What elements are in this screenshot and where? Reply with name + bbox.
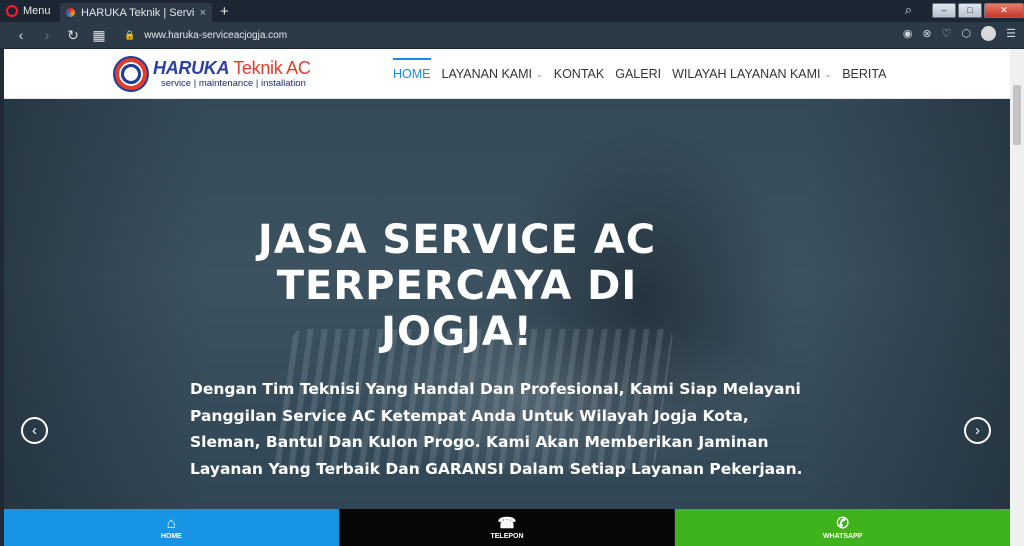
tab-close-icon[interactable]: × (200, 7, 206, 19)
site-favicon-icon (66, 8, 75, 17)
browser-address-bar: ‹ › ↻ ▦ 🔒 www.haruka-serviceacjogja.com … (0, 22, 1024, 48)
tab-search-icon[interactable]: ⌕ (905, 2, 912, 18)
ad-block-icon[interactable]: ⊗ (922, 27, 931, 40)
url-field[interactable]: www.haruka-serviceacjogja.com (144, 30, 287, 41)
nav-item-kontak[interactable]: KONTAK (554, 49, 604, 99)
nav-item-layanan-kami[interactable]: LAYANAN KAMI ⌄ (442, 49, 543, 99)
heart-icon[interactable]: ♡ (942, 27, 952, 40)
sticky-contact-bar: ⌂ HOME ☎ TELEPON ✆ WHATSAPP (4, 509, 1010, 546)
logo-sub: Teknik AC (233, 58, 311, 78)
window-minimize-button[interactable]: – (932, 2, 956, 18)
logo-name: HARUKA Teknik AC (153, 58, 311, 79)
profile-avatar[interactable] (981, 26, 997, 41)
nav-item-home[interactable]: HOME (393, 49, 431, 99)
logo-brand: HARUKA (153, 58, 230, 78)
whatsapp-icon: ✆ (836, 514, 849, 532)
easy-setup-icon[interactable]: ☰ (1006, 27, 1016, 40)
site-logo[interactable]: HARUKA Teknik AC service | maintenance | … (113, 55, 338, 93)
cube-icon[interactable]: ⬡ (962, 27, 972, 40)
site-header: HARUKA Teknik AC service | maintenance | … (4, 49, 1010, 99)
browser-tab-bar: Menu HARUKA Teknik | Service AC × + ⌕ – … (0, 0, 1024, 22)
slider-prev-button[interactable]: ‹ (21, 417, 48, 444)
bottom-telepon-button[interactable]: ☎ TELEPON (338, 509, 676, 546)
page-scrollbar[interactable] (1010, 49, 1024, 546)
nav-item-berita[interactable]: BERITA (842, 49, 886, 99)
bottom-home-label: HOME (160, 532, 182, 540)
tab-title: HARUKA Teknik | Service AC (81, 6, 194, 19)
chevron-down-icon: ⌄ (824, 69, 832, 79)
logo-tagline: service | maintenance | installation (161, 78, 306, 89)
nav-item-label: BERITA (842, 67, 887, 81)
hero-slider: JASA SERVICE AC TERPERCAYA DI JOGJA! Den… (4, 99, 1010, 546)
nav-item-label: WILAYAH LAYANAN KAMI (672, 67, 821, 81)
address-bar-actions: ◉ ⊗ ♡ ⬡ ☰ (903, 26, 1016, 41)
opera-logo-icon (6, 5, 18, 17)
bottom-whatsapp-label: WHATSAPP (822, 532, 863, 540)
forward-icon[interactable]: › (34, 27, 60, 43)
logo-badge-icon (113, 56, 149, 92)
nav-item-galeri[interactable]: GALERI (615, 49, 661, 99)
slider-next-button[interactable]: › (964, 417, 991, 444)
nav-item-wilayah-layanan-kami[interactable]: WILAYAH LAYANAN KAMI ⌄ (672, 49, 831, 99)
scrollbar-thumb[interactable] (1013, 85, 1021, 145)
window-controls: ⌕ – □ ✕ (905, 0, 1024, 20)
speed-dial-icon[interactable]: ▦ (86, 27, 112, 44)
chevron-down-icon: ⌄ (536, 69, 543, 79)
new-tab-button[interactable]: + (220, 3, 229, 20)
chevron-left-icon: ‹ (32, 422, 37, 439)
web-page: HARUKA Teknik AC service | maintenance | … (4, 49, 1010, 546)
window-close-button[interactable]: ✕ (984, 2, 1024, 18)
hero-title: JASA SERVICE AC TERPERCAYA DI JOGJA! (257, 217, 657, 355)
hero-description: Dengan Tim Teknisi Yang Handal Dan Profe… (190, 380, 803, 478)
main-nav: HOME LAYANAN KAMI ⌄ KONTAK GALERI WILAYAH… (393, 49, 897, 99)
browser-menu-button[interactable]: Menu (0, 0, 52, 22)
nav-item-label: LAYANAN KAMI (441, 67, 533, 81)
lock-icon[interactable]: 🔒 (124, 30, 135, 41)
window-maximize-button[interactable]: □ (958, 2, 982, 18)
phone-icon: ☎ (497, 514, 517, 532)
back-icon[interactable]: ‹ (8, 27, 34, 43)
bottom-whatsapp-button[interactable]: ✆ WHATSAPP (675, 509, 1010, 546)
nav-item-label: KONTAK (553, 67, 605, 81)
browser-tab[interactable]: HARUKA Teknik | Service AC × (60, 3, 212, 22)
bottom-home-button[interactable]: ⌂ HOME (4, 509, 339, 546)
snapshot-icon[interactable]: ◉ (903, 27, 913, 40)
bottom-telepon-label: TELEPON (490, 532, 524, 540)
home-icon: ⌂ (166, 514, 176, 532)
browser-menu-label: Menu (23, 5, 51, 17)
nav-item-label: GALERI (615, 67, 662, 81)
nav-item-label: HOME (393, 67, 431, 81)
chevron-right-icon: › (975, 422, 980, 439)
reload-icon[interactable]: ↻ (60, 27, 86, 44)
